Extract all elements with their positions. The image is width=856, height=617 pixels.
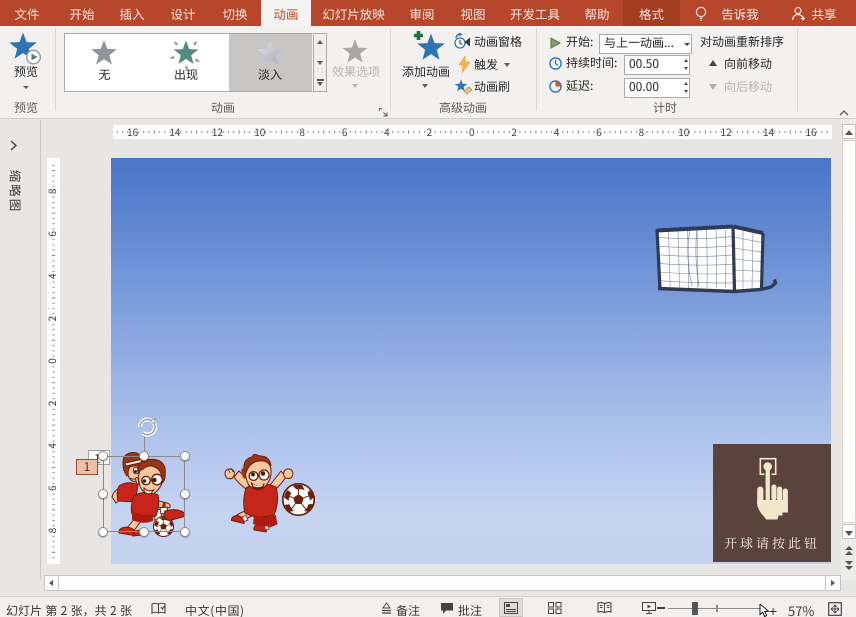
svg-text:4: 4 [384, 125, 390, 139]
svg-text:8: 8 [47, 527, 59, 533]
svg-text:0: 0 [469, 125, 475, 139]
svg-text:8: 8 [47, 188, 59, 194]
svg-text:14: 14 [763, 125, 775, 139]
svg-text:6: 6 [47, 485, 59, 491]
svg-text:4: 4 [47, 443, 59, 449]
svg-text:6: 6 [596, 125, 602, 139]
svg-text:4: 4 [554, 125, 560, 139]
svg-text:2: 2 [427, 125, 433, 139]
svg-text:14: 14 [169, 125, 181, 139]
svg-text:6: 6 [342, 125, 348, 139]
svg-text:12: 12 [721, 125, 733, 139]
svg-text:16: 16 [127, 125, 139, 139]
svg-text:2: 2 [47, 400, 59, 406]
svg-text:0: 0 [47, 358, 59, 364]
svg-text:2: 2 [47, 315, 59, 321]
svg-text:16: 16 [805, 125, 817, 139]
svg-text:2: 2 [511, 125, 517, 139]
svg-text:10: 10 [254, 125, 266, 139]
svg-text:4: 4 [47, 273, 59, 279]
svg-text:12: 12 [212, 125, 224, 139]
svg-text:10: 10 [678, 125, 690, 139]
svg-text:8: 8 [299, 125, 305, 139]
svg-text:6: 6 [47, 231, 59, 237]
svg-text:8: 8 [639, 125, 645, 139]
